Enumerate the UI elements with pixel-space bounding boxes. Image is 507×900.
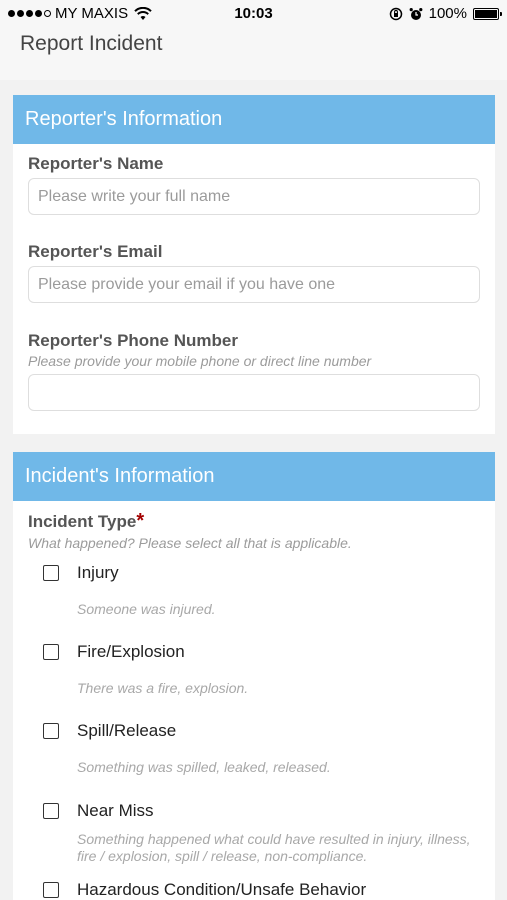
battery-icon: [473, 7, 502, 20]
battery-percentage: 100%: [428, 5, 467, 22]
checkbox-hazardous-condition[interactable]: [43, 882, 59, 898]
reporter-information-card: Reporter's Information Reporter's Name R…: [13, 95, 495, 434]
incident-section-header: Incident's Information: [13, 452, 495, 501]
option-label: Fire/Explosion: [77, 642, 185, 661]
status-right: 100%: [389, 5, 502, 22]
incident-type-label: Incident Type*: [28, 510, 480, 533]
option-description: There was a fire, explosion.: [77, 680, 249, 696]
page-title: Report Incident: [20, 32, 163, 55]
incident-type-label-text: Incident Type: [28, 512, 137, 531]
rotation-lock-icon: [389, 7, 402, 20]
reporter-name-label: Reporter's Name: [28, 154, 164, 173]
option-description: Someone was injured.: [77, 601, 216, 617]
reporter-phone-help: Please provide your mobile phone or dire…: [28, 353, 372, 369]
incident-information-card: Incident's Information Incident Type* Wh…: [13, 452, 495, 900]
option-label: Hazardous Condition/Unsafe Behavior: [77, 880, 367, 899]
reporter-phone-input[interactable]: [28, 374, 480, 411]
reporter-email-label: Reporter's Email: [28, 242, 163, 261]
alarm-icon: [409, 7, 423, 20]
status-bar: MY MAXIS 10:03 100%: [0, 0, 507, 28]
reporter-phone-field: Reporter's Phone Number Please provide y…: [28, 331, 480, 411]
option-label: Injury: [77, 563, 119, 582]
incident-type-field: Incident Type* What happened? Please sel…: [28, 510, 480, 551]
checkbox-injury[interactable]: [43, 565, 59, 581]
checkbox-spill-release[interactable]: [43, 723, 59, 739]
reporter-email-field: Reporter's Email: [28, 242, 480, 303]
reporter-phone-label: Reporter's Phone Number: [28, 331, 238, 350]
reporter-section-header: Reporter's Information: [13, 95, 495, 144]
option-label: Spill/Release: [77, 721, 177, 740]
checkbox-fire-explosion[interactable]: [43, 644, 59, 660]
reporter-email-input[interactable]: [28, 266, 480, 303]
nav-header: Report Incident: [0, 28, 507, 80]
option-description: Something happened what could have resul…: [77, 831, 471, 864]
reporter-name-field: Reporter's Name: [28, 154, 480, 215]
option-description: Something was spilled, leaked, released.: [77, 759, 331, 775]
required-marker: *: [136, 510, 145, 532]
checkbox-near-miss[interactable]: [43, 803, 59, 819]
incident-type-help: What happened? Please select all that is…: [28, 535, 352, 551]
reporter-name-input[interactable]: [28, 178, 480, 215]
option-label: Near Miss: [77, 801, 154, 820]
